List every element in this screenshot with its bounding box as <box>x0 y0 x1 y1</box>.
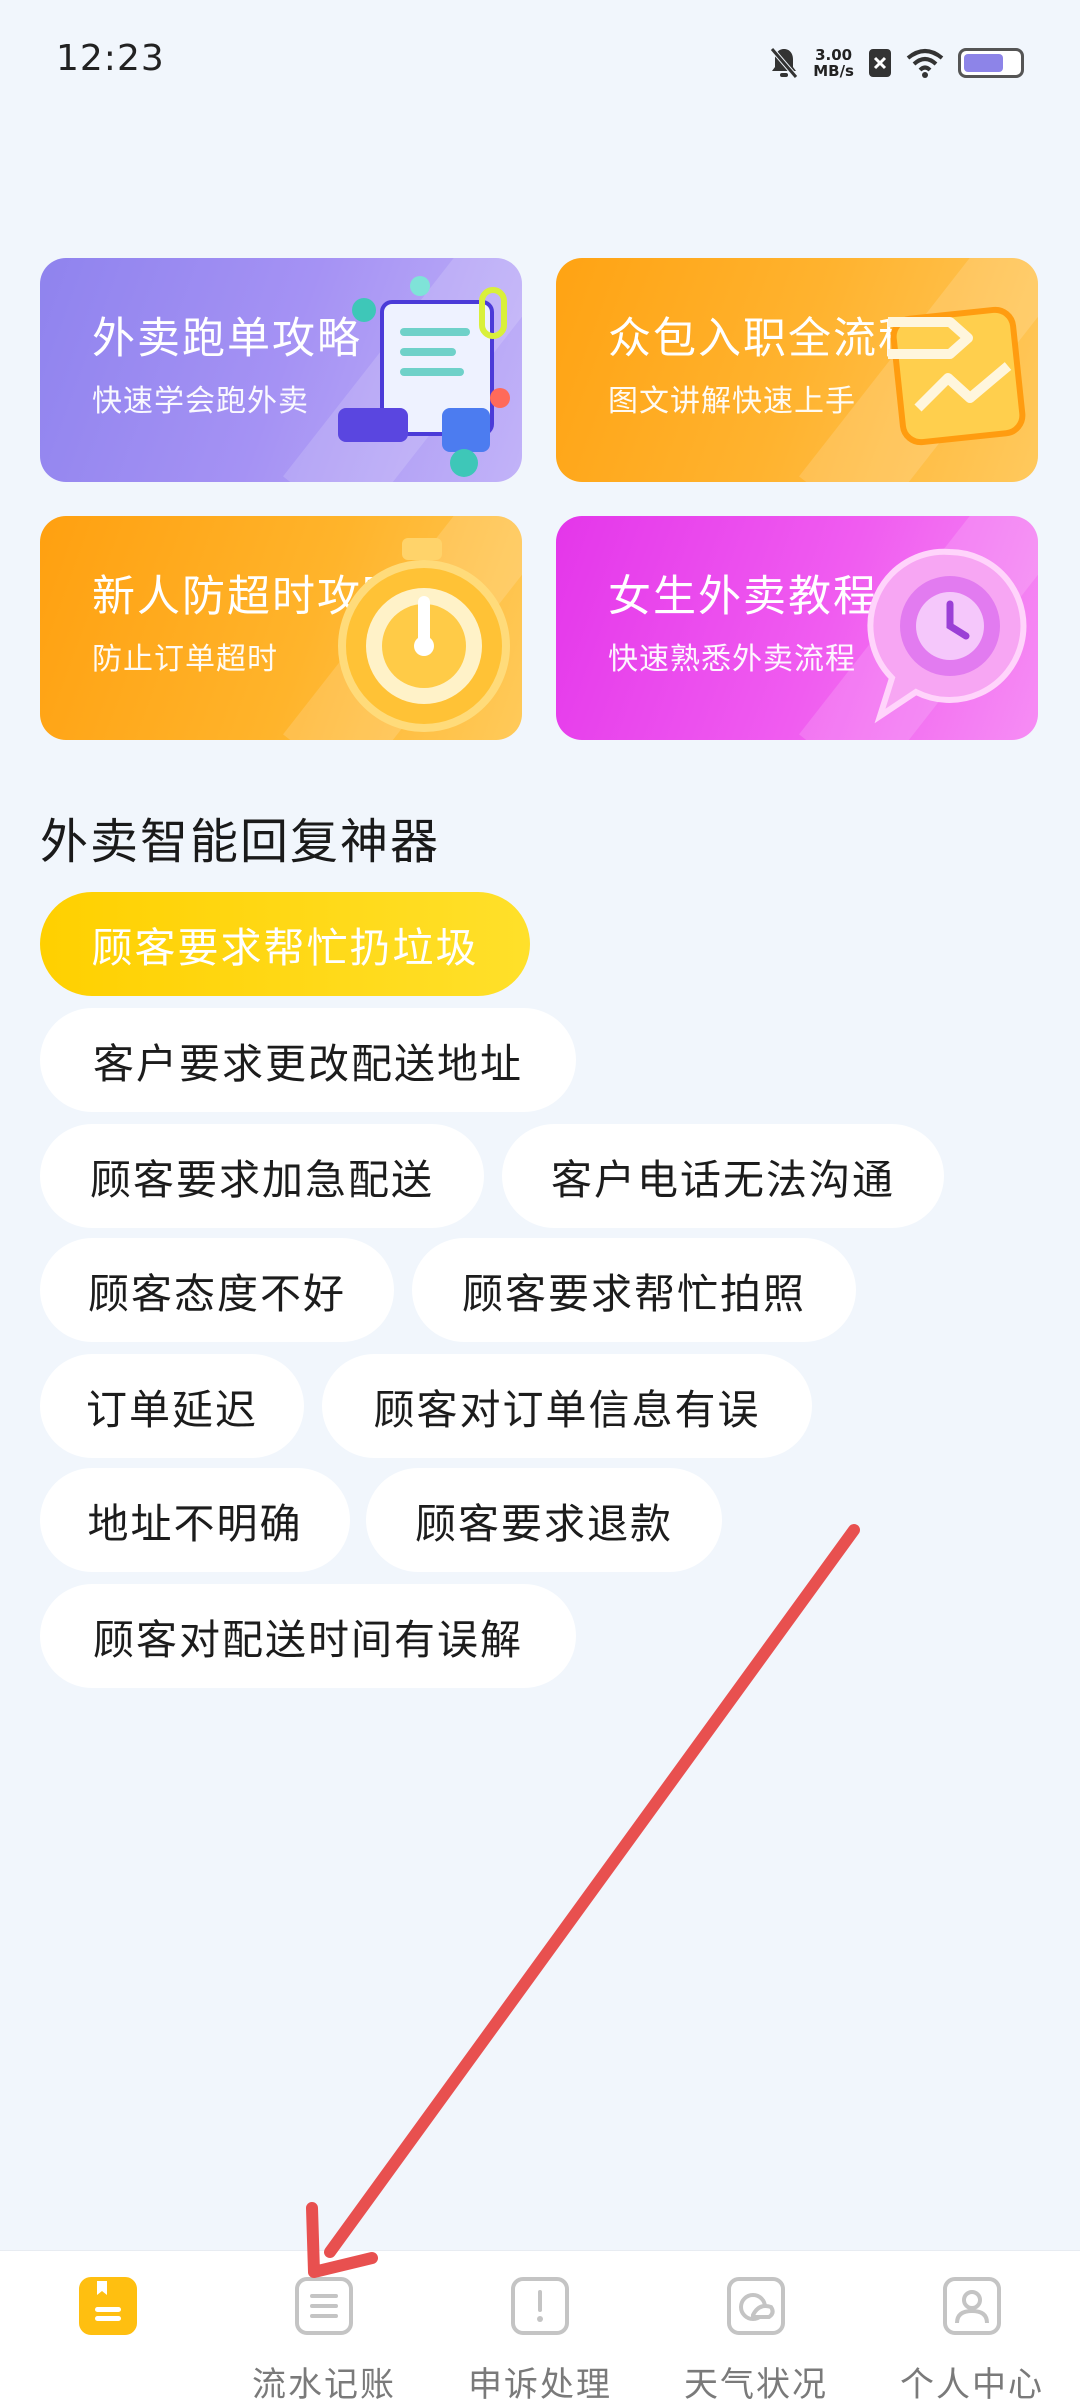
section-title: 外卖智能回复神器 <box>40 814 441 870</box>
nav-item-profile[interactable]: 个人中心 <box>864 2251 1080 2408</box>
card-crowdsource-onboarding[interactable]: 众包入职全流程 图文讲解快速上手 <box>556 258 1038 482</box>
nav-item-home[interactable] <box>0 2251 216 2408</box>
nav-label: 流水记账 <box>252 2365 396 2405</box>
nav-item-appeal[interactable]: 申诉处理 <box>432 2251 648 2408</box>
reply-chip-label: 顾客要求退款 <box>415 1500 673 1548</box>
reply-chip-label: 客户要求更改配送地址 <box>93 1040 523 1088</box>
nav-label: 申诉处理 <box>468 2365 612 2405</box>
card-subtitle: 图文讲解快速上手 <box>608 384 856 419</box>
card-subtitle: 快速学会跑外卖 <box>92 384 309 419</box>
status-bar: 12:23 3.00 MB/s <box>0 0 1080 130</box>
card-subtitle: 防止订单超时 <box>92 642 278 677</box>
reply-chip[interactable]: 顾客态度不好 <box>40 1238 394 1342</box>
reply-chip[interactable]: 顾客要求加急配送 <box>40 1124 484 1228</box>
chart-card-3d-icon <box>888 306 1026 446</box>
status-time: 12:23 <box>56 38 165 79</box>
nav-label: 天气状况 <box>684 2365 828 2405</box>
reply-chip[interactable]: 顾客要求退款 <box>366 1468 722 1572</box>
reply-chip-label: 顾客要求帮忙扔垃圾 <box>91 924 479 972</box>
network-speed: 3.00 MB/s <box>813 47 854 79</box>
nav-item-ledger[interactable]: 流水记账 <box>216 2251 432 2408</box>
status-icons: 3.00 MB/s <box>769 40 1024 86</box>
list-icon <box>295 2277 353 2335</box>
stopwatch-3d-icon <box>338 538 510 732</box>
reply-chip-label: 顾客态度不好 <box>88 1270 346 1318</box>
reply-chip[interactable]: 顾客对订单信息有误 <box>322 1354 812 1458</box>
mute-bell-icon <box>770 47 799 79</box>
reply-chip[interactable]: 客户要求更改配送地址 <box>40 1008 576 1112</box>
person-icon <box>943 2277 1001 2335</box>
exclamation-icon <box>511 2277 569 2335</box>
bookmark-home-icon <box>79 2277 137 2335</box>
reply-chip-label: 顾客对配送时间有误解 <box>93 1616 523 1664</box>
nav-item-weather[interactable]: 天气状况 <box>648 2251 864 2408</box>
weather-icon <box>727 2277 785 2335</box>
reply-chip-label: 顾客要求加急配送 <box>90 1156 434 1204</box>
network-speed-value: 3.00 <box>815 46 853 64</box>
document-3d-icon <box>338 276 510 477</box>
reply-chip-label: 客户电话无法沟通 <box>551 1156 895 1204</box>
reply-chip[interactable]: 客户电话无法沟通 <box>502 1124 944 1228</box>
reply-chip-label: 顾客对订单信息有误 <box>373 1386 761 1434</box>
clock-bubble-3d-icon <box>867 548 1027 724</box>
reply-chip[interactable]: 地址不明确 <box>40 1468 350 1572</box>
nav-label: 个人中心 <box>900 2365 1044 2405</box>
reply-chip-label: 顾客要求帮忙拍照 <box>462 1270 806 1318</box>
network-speed-unit: MB/s <box>813 62 854 80</box>
reply-chip[interactable]: 顾客要求帮忙扔垃圾 <box>40 892 530 996</box>
reply-chip-label: 订单延迟 <box>86 1386 258 1434</box>
reply-chip[interactable]: 订单延迟 <box>40 1354 304 1458</box>
card-title: 女生外卖教程 <box>608 572 878 622</box>
card-newcomer-overtime[interactable]: 新人防超时攻略 防止订单超时 <box>40 516 522 740</box>
reply-chip-label: 地址不明确 <box>87 1500 303 1548</box>
no-sim-icon <box>869 49 891 77</box>
wifi-icon <box>906 49 944 78</box>
bottom-nav: 流水记账 申诉处理 天气状况 个人中心 <box>0 2250 1080 2408</box>
reply-chip[interactable]: 顾客对配送时间有误解 <box>40 1584 576 1688</box>
card-subtitle: 快速熟悉外卖流程 <box>608 642 856 677</box>
card-female-tutorial[interactable]: 女生外卖教程 快速熟悉外卖流程 <box>556 516 1038 740</box>
card-delivery-strategy[interactable]: 外卖跑单攻略 快速学会跑外卖 <box>40 258 522 482</box>
battery-fill <box>964 54 1003 72</box>
reply-chip[interactable]: 顾客要求帮忙拍照 <box>412 1238 856 1342</box>
battery-icon <box>958 48 1024 78</box>
